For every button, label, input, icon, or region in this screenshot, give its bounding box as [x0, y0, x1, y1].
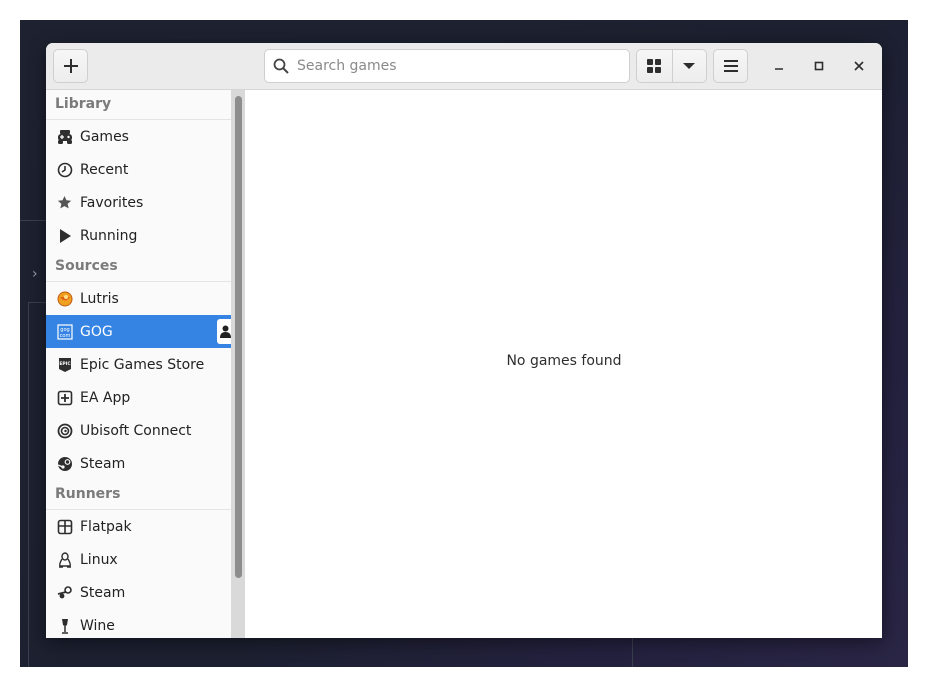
close-icon	[854, 61, 864, 71]
maximize-button[interactable]	[807, 54, 831, 78]
sidebar-item-label: Flatpak	[80, 518, 132, 535]
flatpak-icon	[56, 518, 73, 535]
close-button[interactable]	[847, 54, 871, 78]
sidebar-item-games[interactable]: Games	[46, 120, 231, 153]
play-icon	[56, 227, 73, 244]
wine-glass-icon	[56, 617, 73, 634]
sidebar-item-label: Games	[80, 128, 129, 145]
maximize-icon	[814, 61, 824, 71]
search-field[interactable]	[264, 49, 630, 83]
section-title-sources: Sources	[55, 258, 118, 274]
grid-icon	[647, 59, 662, 73]
main-menu-button[interactable]	[713, 49, 748, 83]
sidebar-item-label: EA App	[80, 389, 131, 406]
sidebar-item-lutris[interactable]: Lutris	[46, 282, 231, 315]
epic-icon: EPIC	[56, 356, 73, 373]
view-toggle-group	[636, 49, 707, 83]
empty-state-message: No games found	[506, 353, 622, 369]
header-bar	[46, 43, 882, 90]
sidebar-item-label: Wine	[80, 617, 115, 634]
background-chevron-right-icon: ›	[32, 266, 38, 282]
user-account-icon	[220, 325, 231, 338]
sidebar-item-linux[interactable]: Linux	[46, 543, 231, 576]
view-options-dropdown[interactable]	[671, 50, 707, 82]
sidebar-item-favorites[interactable]: Favorites	[46, 186, 231, 219]
sidebar-item-label: Steam	[80, 455, 126, 472]
plus-icon	[63, 59, 78, 73]
add-game-button[interactable]	[53, 49, 88, 83]
sidebar-item-label: Epic Games Store	[80, 356, 205, 373]
background-divider	[632, 638, 633, 667]
hamburger-menu-icon	[723, 60, 738, 72]
svg-text:com: com	[59, 333, 70, 339]
sidebar-item-ubisoft-connect[interactable]: Ubisoft Connect	[46, 414, 231, 447]
sidebar-item-flatpak[interactable]: Flatpak	[46, 510, 231, 543]
section-title-runners: Runners	[55, 486, 121, 502]
sidebar-item-recent[interactable]: Recent	[46, 153, 231, 186]
steam-icon	[56, 455, 73, 472]
ubisoft-icon	[56, 422, 73, 439]
lutris-window: Library Games Recent Favorites Running S…	[46, 43, 882, 638]
background-panel	[28, 302, 48, 667]
gamepad-icon	[56, 128, 73, 145]
sidebar-item-gog[interactable]: gog com GOG	[46, 315, 245, 348]
sidebar-item-label: Recent	[80, 161, 129, 178]
sidebar-item-label: GOG	[80, 323, 113, 340]
chevron-down-icon	[683, 63, 696, 69]
sidebar-item-label: Favorites	[80, 194, 144, 211]
sidebar-item-label: Linux	[80, 551, 118, 568]
sidebar-scrollbar-thumb[interactable]	[235, 96, 242, 578]
sidebar-item-label: Steam	[80, 584, 126, 601]
sidebar: Library Games Recent Favorites Running S…	[46, 90, 245, 638]
grid-view-button[interactable]	[637, 50, 672, 82]
steam-icon	[56, 584, 73, 601]
svg-text:EPIC: EPIC	[59, 361, 71, 367]
games-view: No games found	[246, 90, 882, 638]
sidebar-item-ea-app[interactable]: EA App	[46, 381, 231, 414]
sidebar-item-label: Ubisoft Connect	[80, 422, 192, 439]
search-icon	[273, 58, 289, 74]
clock-icon	[56, 161, 73, 178]
sidebar-item-running[interactable]: Running	[46, 219, 231, 252]
sidebar-item-label: Lutris	[80, 290, 119, 307]
linux-penguin-icon	[56, 551, 73, 568]
gog-icon: gog com	[56, 323, 73, 340]
lutris-icon	[56, 290, 73, 307]
ea-icon	[56, 389, 73, 406]
sidebar-item-wine[interactable]: Wine	[46, 609, 231, 638]
sidebar-item-steam-runner[interactable]: Steam	[46, 576, 231, 609]
sidebar-item-label: Running	[80, 227, 138, 244]
sidebar-item-steam-source[interactable]: Steam	[46, 447, 231, 480]
search-input[interactable]	[297, 58, 617, 74]
sidebar-item-epic-games-store[interactable]: EPIC Epic Games Store	[46, 348, 231, 381]
minimize-icon	[775, 68, 783, 70]
minimize-button[interactable]	[767, 54, 791, 78]
star-icon	[56, 194, 73, 211]
section-title-library: Library	[55, 96, 112, 112]
